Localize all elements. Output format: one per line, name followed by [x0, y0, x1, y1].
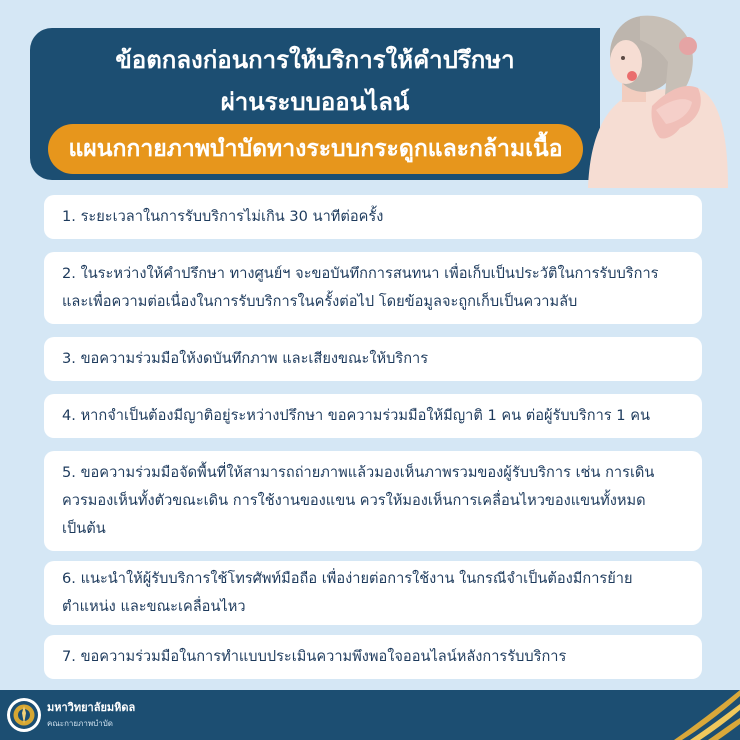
item-line: ควรมองเห็นทั้งตัวขณะเดิน การใช้งานของแขน…	[62, 492, 646, 509]
item-line: และเพื่อความต่อเนื่องในการรับบริการในครั…	[62, 293, 578, 310]
item-line: ตำแหน่ง และขณะเคลื่อนไหว	[62, 598, 246, 615]
item-line: เป็นต้น	[62, 520, 106, 537]
list-item: 2. ในระหว่างให้คำปรึกษา ทางศูนย์ฯ จะขอบั…	[44, 252, 702, 324]
university-name: มหาวิทยาลัยมหิดล	[47, 701, 136, 714]
woman-shoulder-pain-illustration	[588, 15, 728, 188]
list-item: 3. ขอความร่วมมือให้งดบันทึกภาพ และเสียงข…	[44, 337, 702, 381]
page-title: ข้อตกลงก่อนการให้บริการให้คำปรึกษา	[115, 46, 515, 74]
faculty-name: คณะกายภาพบำบัด	[47, 719, 113, 728]
gold-swoosh	[674, 690, 740, 740]
item-line: 6. แนะนำให้ผู้รับบริการใช้โทรศัพท์มือถือ…	[62, 570, 633, 587]
department-subtitle: แผนกกายภาพบำบัดทางระบบกระดูกและกล้ามเนื้…	[48, 124, 583, 174]
list-item: 6. แนะนำให้ผู้รับบริการใช้โทรศัพท์มือถือ…	[44, 561, 702, 625]
footer-bar	[0, 690, 740, 740]
university-seal-logo	[7, 698, 41, 732]
page-title-line2: ผ่านระบบออนไลน์	[220, 88, 410, 116]
item-line: 4. หากจำเป็นต้องมีญาติอยู่ระหว่างปรึกษา …	[62, 407, 650, 424]
list-item: 1. ระยะเวลาในการรับบริการไม่เกิน 30 นาที…	[44, 195, 702, 239]
item-line: 5. ขอความร่วมมือจัดพื้นที่ให้สามารถถ่ายภ…	[62, 464, 655, 481]
list-item: 7. ขอความร่วมมือในการทำแบบประเมินความพึง…	[44, 635, 702, 679]
item-line: 1. ระยะเวลาในการรับบริการไม่เกิน 30 นาที…	[62, 208, 384, 225]
item-line: 2. ในระหว่างให้คำปรึกษา ทางศูนย์ฯ จะขอบั…	[62, 265, 659, 282]
list-item: 4. หากจำเป็นต้องมีญาติอยู่ระหว่างปรึกษา …	[44, 394, 702, 438]
item-line: 3. ขอความร่วมมือให้งดบันทึกภาพ และเสียงข…	[62, 350, 429, 367]
item-line: 7. ขอความร่วมมือในการทำแบบประเมินความพึง…	[62, 648, 567, 665]
list-item: 5. ขอความร่วมมือจัดพื้นที่ให้สามารถถ่ายภ…	[44, 451, 702, 551]
